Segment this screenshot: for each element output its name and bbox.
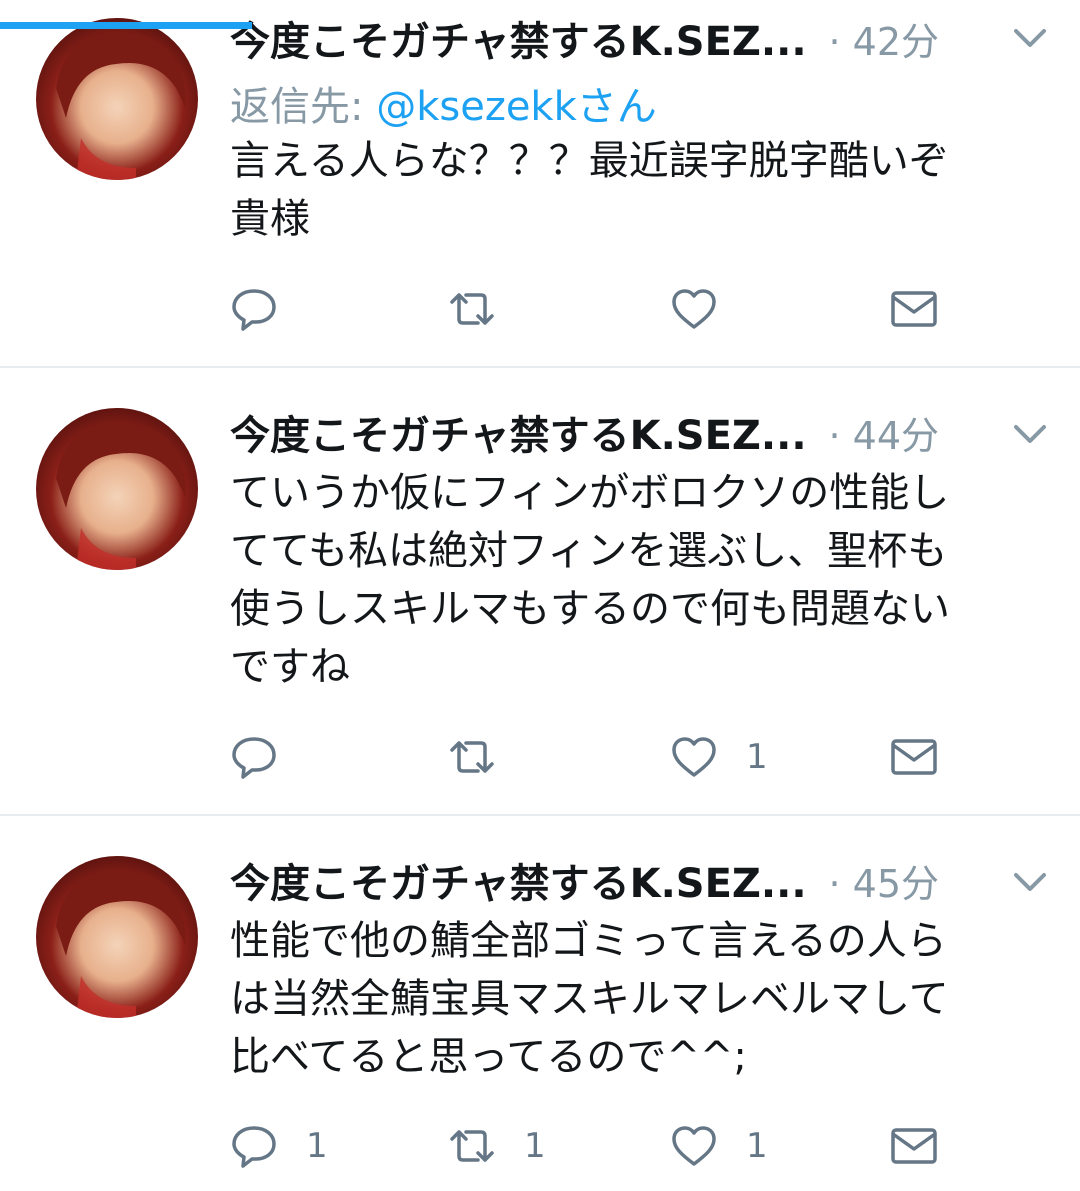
retweet-icon: [450, 1130, 494, 1162]
tweet-actions: 1 1 1: [230, 1120, 1050, 1172]
reply-button[interactable]: [230, 283, 306, 335]
direct-message-button[interactable]: [890, 283, 938, 335]
retweet-button[interactable]: [448, 283, 524, 335]
reply-to-line: 返信先: @ksezekkさん: [230, 74, 657, 132]
chevron-down-icon[interactable]: [1012, 26, 1048, 50]
reply-button[interactable]: 1: [230, 1120, 328, 1172]
envelope-icon: [891, 1128, 937, 1164]
heart-icon: [672, 289, 716, 329]
envelope-icon: [891, 291, 937, 327]
like-button[interactable]: [670, 283, 746, 335]
tweet-text: 性能で他の鯖全部ゴミって言えるの人ら は当然全鯖宝具マスキルマレベルマして 比べ…: [230, 918, 949, 1080]
retweet-count: 1: [524, 1126, 546, 1166]
tweet-text: ていうか仮にフィンがボロクソの性能し てても私は絶対フィンを選ぶし、聖杯も 使う…: [230, 470, 950, 690]
envelope-icon: [891, 739, 937, 775]
chevron-down-icon[interactable]: [1012, 422, 1048, 446]
reply-to-label: 返信先:: [230, 84, 364, 130]
tweet[interactable]: 今度こそガチャ禁するK.SEZ... · 42分 返信先: @ksezekkさん…: [0, 0, 1080, 368]
author-name[interactable]: 今度こそガチャ禁するK.SEZ...: [230, 851, 807, 909]
like-count: 1: [746, 737, 768, 777]
chevron-down-icon[interactable]: [1012, 870, 1048, 894]
tweet-actions: 1: [230, 731, 1050, 783]
tweet-header: 今度こそガチャ禁するK.SEZ... · 45分: [230, 850, 939, 910]
reply-bubble-icon: [232, 289, 276, 331]
tweet-time[interactable]: · 42分: [829, 11, 940, 66]
heart-icon: [672, 737, 716, 777]
retweet-icon: [450, 293, 494, 325]
author-name[interactable]: 今度こそガチャ禁するK.SEZ...: [230, 9, 807, 67]
avatar[interactable]: [36, 856, 198, 1018]
reply-bubble-icon: [232, 737, 276, 779]
reply-button[interactable]: [230, 731, 306, 783]
tweet-actions: [230, 283, 1050, 335]
like-count: 1: [746, 1126, 768, 1166]
tweet-text: 言える人らな？？？最近誤字脱字酷いぞ 貴様: [230, 138, 949, 242]
like-button[interactable]: 1: [670, 1120, 768, 1172]
heart-icon: [672, 1126, 716, 1166]
direct-message-button[interactable]: [890, 731, 938, 783]
avatar[interactable]: [36, 18, 198, 180]
retweet-icon: [450, 741, 494, 773]
author-name[interactable]: 今度こそガチャ禁するK.SEZ...: [230, 403, 807, 461]
reply-bubble-icon: [232, 1126, 276, 1168]
tweet[interactable]: 今度こそガチャ禁するK.SEZ... · 45分 性能で他の鯖全部ゴミって言える…: [0, 816, 1080, 1191]
retweet-button[interactable]: 1: [448, 1120, 546, 1172]
tweet-time[interactable]: · 44分: [829, 405, 940, 460]
avatar[interactable]: [36, 408, 198, 570]
tweet-time[interactable]: · 45分: [829, 853, 940, 908]
tweet-header: 今度こそガチャ禁するK.SEZ... · 44分: [230, 402, 939, 462]
direct-message-button[interactable]: [890, 1120, 938, 1172]
like-button[interactable]: 1: [670, 731, 768, 783]
timeline-feed[interactable]: 今度こそガチャ禁するK.SEZ... · 42分 返信先: @ksezekkさん…: [0, 0, 1080, 1191]
tweet[interactable]: 今度こそガチャ禁するK.SEZ... · 44分 ていうか仮にフィンがボロクソの…: [0, 368, 1080, 816]
reply-count: 1: [306, 1126, 328, 1166]
reply-to-handle[interactable]: @ksezekkさん: [376, 84, 657, 130]
tweet-header: 今度こそガチャ禁するK.SEZ... · 42分: [230, 8, 939, 68]
loading-progress-bar: [0, 22, 252, 29]
retweet-button[interactable]: [448, 731, 524, 783]
